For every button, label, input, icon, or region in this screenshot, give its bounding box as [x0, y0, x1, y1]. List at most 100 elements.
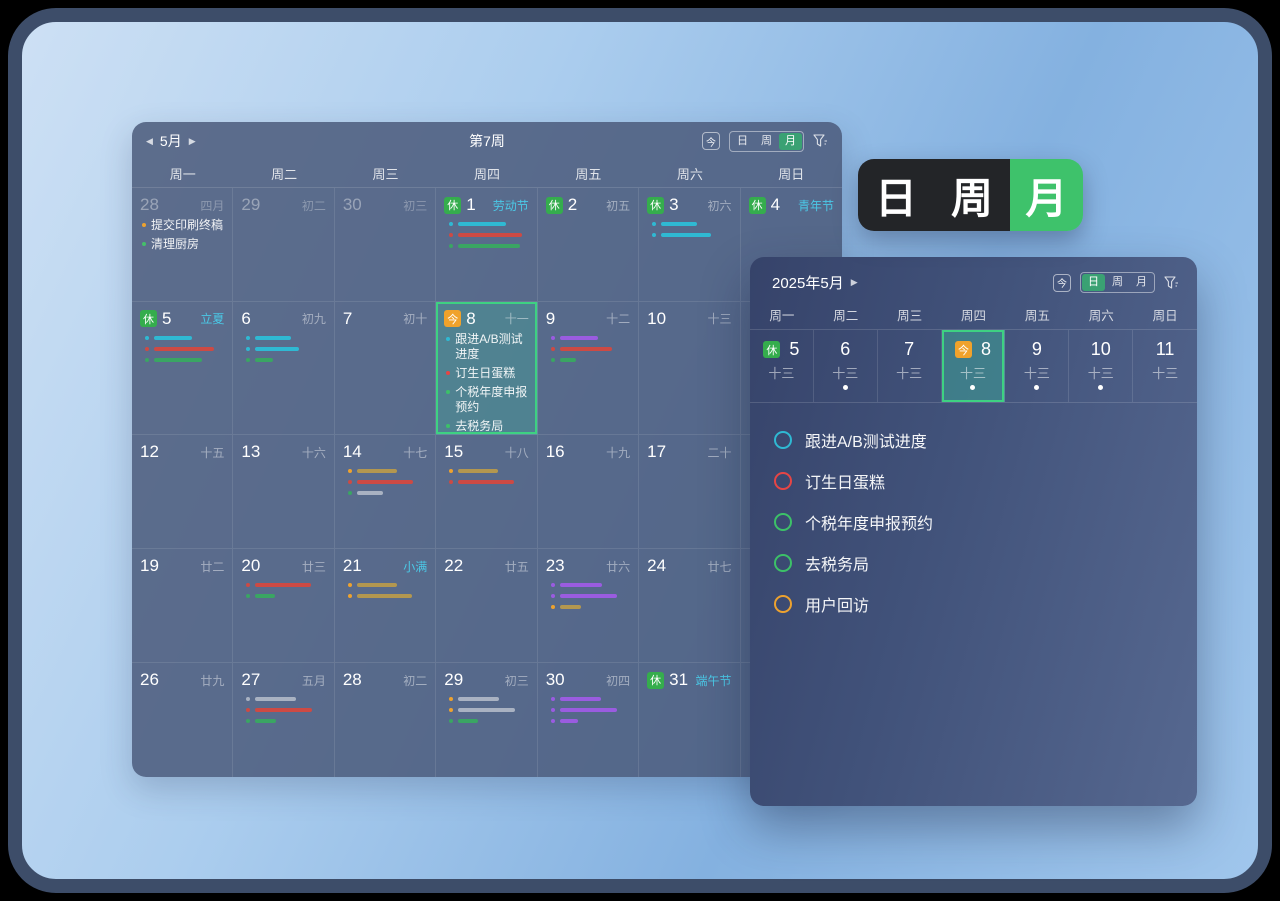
event-bar-row[interactable]: [449, 480, 528, 484]
event-bar-row[interactable]: [348, 583, 427, 587]
event-bar-row[interactable]: [652, 222, 731, 226]
task-checkbox[interactable]: [774, 472, 792, 490]
event-bar-row[interactable]: [449, 697, 528, 701]
cell-task-item[interactable]: 提交印刷终稿: [142, 218, 224, 234]
event-bar-row[interactable]: [348, 491, 427, 495]
event-bar-row[interactable]: [449, 719, 528, 723]
calendar-cell[interactable]: 19廿二: [132, 549, 233, 663]
event-bar-row[interactable]: [348, 594, 427, 598]
view-tab-week[interactable]: 周: [1106, 274, 1129, 291]
calendar-cell[interactable]: 24廿七: [639, 549, 740, 663]
cell-task-item[interactable]: 去税务局: [446, 419, 528, 435]
event-bar-row[interactable]: [652, 233, 731, 237]
event-bar-row[interactable]: [449, 708, 528, 712]
calendar-cell[interactable]: 23廿六: [538, 549, 639, 663]
event-bar-row[interactable]: [246, 594, 325, 598]
event-bar-row[interactable]: [246, 358, 325, 362]
filter-icon[interactable]: [1164, 276, 1179, 290]
calendar-cell[interactable]: 15十八: [436, 435, 537, 549]
calendar-cell[interactable]: 9十二: [538, 302, 639, 436]
event-bar-row[interactable]: [449, 469, 528, 473]
event-bar-row[interactable]: [551, 719, 630, 723]
view-tab-day[interactable]: 日: [731, 133, 754, 150]
calendar-cell[interactable]: 29初三: [436, 663, 537, 777]
event-bar-row[interactable]: [551, 708, 630, 712]
calendar-cell[interactable]: 13十六: [233, 435, 334, 549]
calendar-cell[interactable]: 29初二: [233, 188, 334, 302]
event-bar-row[interactable]: [551, 358, 630, 362]
event-bar-row[interactable]: [246, 583, 325, 587]
event-bar-row[interactable]: [246, 697, 325, 701]
task-item[interactable]: 个税年度申报预约: [774, 501, 1173, 542]
task-checkbox[interactable]: [774, 595, 792, 613]
next-month-icon[interactable]: ▶: [851, 277, 858, 288]
event-bar-row[interactable]: [246, 708, 325, 712]
event-bar-row[interactable]: [551, 347, 630, 351]
week-day-cell[interactable]: 6十三: [814, 330, 878, 402]
cell-task-item[interactable]: 跟进A/B测试进度: [446, 332, 528, 363]
task-item[interactable]: 订生日蛋糕: [774, 460, 1173, 501]
calendar-cell[interactable]: 今8十一跟进A/B测试进度订生日蛋糕个税年度申报预约去税务局: [436, 302, 537, 436]
cell-task-item[interactable]: 个税年度申报预约: [446, 385, 528, 416]
calendar-cell[interactable]: 10十三: [639, 302, 740, 436]
week-day-cell[interactable]: 11十三: [1133, 330, 1197, 402]
week-day-cell[interactable]: 休5十三: [750, 330, 814, 402]
week-day-cell[interactable]: 7十三: [878, 330, 942, 402]
event-bar-row[interactable]: [246, 719, 325, 723]
today-button[interactable]: 今: [1053, 274, 1071, 292]
cell-task-item[interactable]: 清理厨房: [142, 237, 224, 253]
event-bar-row[interactable]: [348, 469, 427, 473]
calendar-cell[interactable]: 17二十: [639, 435, 740, 549]
calendar-cell[interactable]: 12十五: [132, 435, 233, 549]
calendar-cell[interactable]: 30初四: [538, 663, 639, 777]
event-bar-row[interactable]: [551, 605, 630, 609]
task-item[interactable]: 去税务局: [774, 542, 1173, 583]
calendar-cell[interactable]: 16十九: [538, 435, 639, 549]
task-checkbox[interactable]: [774, 431, 792, 449]
calendar-cell[interactable]: 休2初五: [538, 188, 639, 302]
event-bar-row[interactable]: [145, 358, 224, 362]
event-bar-row[interactable]: [449, 233, 528, 237]
event-bar-row[interactable]: [551, 697, 630, 701]
calendar-cell[interactable]: 休1劳动节: [436, 188, 537, 302]
prev-month-icon[interactable]: ◀: [146, 136, 153, 147]
view-tab-week[interactable]: 周: [934, 159, 1010, 231]
calendar-cell[interactable]: 30初三: [335, 188, 436, 302]
view-tab-week[interactable]: 周: [755, 133, 778, 150]
next-month-icon[interactable]: ▶: [189, 136, 196, 147]
calendar-cell[interactable]: 28初二: [335, 663, 436, 777]
event-bar-row[interactable]: [246, 347, 325, 351]
event-bar-row[interactable]: [551, 594, 630, 598]
view-tab-month[interactable]: 月: [779, 133, 802, 150]
event-bar-row[interactable]: [145, 336, 224, 340]
calendar-cell[interactable]: 28四月提交印刷终稿清理厨房: [132, 188, 233, 302]
calendar-cell[interactable]: 休3初六: [639, 188, 740, 302]
calendar-cell[interactable]: 21小满: [335, 549, 436, 663]
cell-task-item[interactable]: 订生日蛋糕: [446, 366, 528, 382]
event-bar-row[interactable]: [145, 347, 224, 351]
week-day-cell[interactable]: 今8十三: [942, 330, 1006, 402]
view-tab-month[interactable]: 月: [1010, 159, 1083, 231]
view-tab-day[interactable]: 日: [858, 159, 934, 231]
task-checkbox[interactable]: [774, 513, 792, 531]
view-tab-day[interactable]: 日: [1082, 274, 1105, 291]
event-bar-row[interactable]: [348, 480, 427, 484]
task-checkbox[interactable]: [774, 554, 792, 572]
task-item[interactable]: 用户回访: [774, 583, 1173, 624]
today-button[interactable]: 今: [702, 132, 720, 150]
event-bar-row[interactable]: [449, 244, 528, 248]
calendar-cell[interactable]: 20廿三: [233, 549, 334, 663]
calendar-cell[interactable]: 26廿九: [132, 663, 233, 777]
event-bar-row[interactable]: [449, 222, 528, 226]
task-item[interactable]: 跟进A/B测试进度: [774, 419, 1173, 460]
calendar-cell[interactable]: 22廿五: [436, 549, 537, 663]
calendar-cell[interactable]: 7初十: [335, 302, 436, 436]
calendar-cell[interactable]: 14十七: [335, 435, 436, 549]
calendar-cell[interactable]: 休5立夏: [132, 302, 233, 436]
filter-icon[interactable]: [813, 134, 828, 148]
calendar-cell[interactable]: 6初九: [233, 302, 334, 436]
event-bar-row[interactable]: [551, 583, 630, 587]
week-day-cell[interactable]: 10十三: [1069, 330, 1133, 402]
view-tab-month[interactable]: 月: [1130, 274, 1153, 291]
event-bar-row[interactable]: [551, 336, 630, 340]
